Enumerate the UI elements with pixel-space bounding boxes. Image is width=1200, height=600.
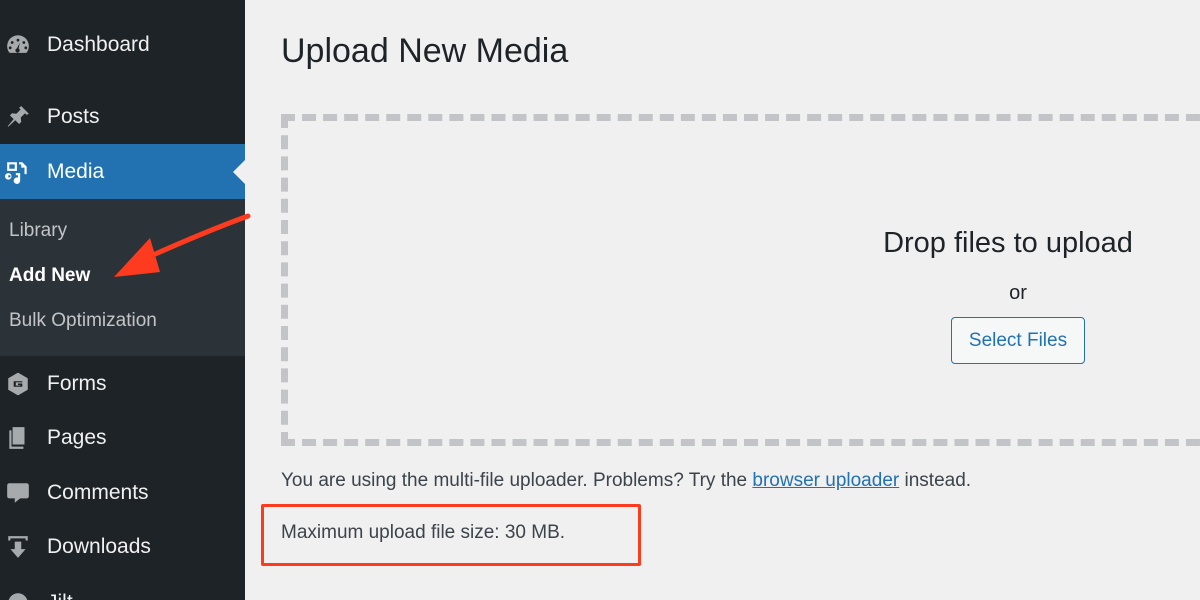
sidebar-item-pages[interactable]: Pages [0,415,245,461]
submenu-item-add-new[interactable]: Add New [9,265,90,287]
sidebar-item-forms[interactable]: Forms [0,361,245,407]
drop-zone-or: or [1009,282,1027,304]
browser-uploader-link[interactable]: browser uploader [752,470,899,491]
media-icon [4,158,32,186]
drop-zone-content: Drop files to upload or Select Files [883,227,1148,364]
current-menu-caret [233,159,245,184]
submenu-item-library[interactable]: Library [9,220,67,242]
sidebar-item-label: Forms [47,372,107,395]
downloads-icon [4,533,32,561]
forms-icon [4,370,32,398]
media-submenu: Library Add New Bulk Optimization [0,199,245,356]
jilt-icon [4,589,32,600]
sidebar-item-label: Media [47,159,105,183]
sidebar-item-media[interactable]: Media [0,144,245,199]
sidebar-item-label: Jilt [47,591,73,600]
select-files-button[interactable]: Select Files [950,317,1086,364]
page-title: Upload New Media [281,32,569,70]
sidebar-item-posts[interactable]: Posts [0,94,245,140]
sidebar-item-label: Comments [47,481,149,504]
dashboard-icon [4,31,32,59]
uploader-note-before: You are using the multi-file uploader. P… [281,470,753,491]
sidebar-item-label: Pages [47,426,107,449]
admin-sidebar: Dashboard Posts Media Library Add New Bu… [0,0,245,600]
sidebar-item-label: Posts [47,105,100,128]
sidebar-item-label: Dashboard [47,33,150,56]
uploader-note-after: instead. [899,470,972,491]
sidebar-item-jilt[interactable]: Jilt [0,580,245,600]
main-content: Upload New Media Drop files to upload or… [245,0,1200,600]
comments-icon [4,479,32,507]
sidebar-item-label: Downloads [47,535,151,558]
drop-zone-title: Drop files to upload [883,227,1133,259]
max-upload-size: Maximum upload file size: 30 MB. [281,522,566,543]
file-drop-zone[interactable]: Drop files to upload or Select Files [281,114,1200,446]
pushpin-icon [4,103,32,131]
sidebar-item-downloads[interactable]: Downloads [0,524,245,570]
uploader-note: You are using the multi-file uploader. P… [281,470,971,492]
sidebar-item-dashboard[interactable]: Dashboard [0,22,245,68]
pages-icon [4,424,32,452]
sidebar-item-comments[interactable]: Comments [0,470,245,516]
submenu-item-bulk-optimization[interactable]: Bulk Optimization [9,310,157,332]
